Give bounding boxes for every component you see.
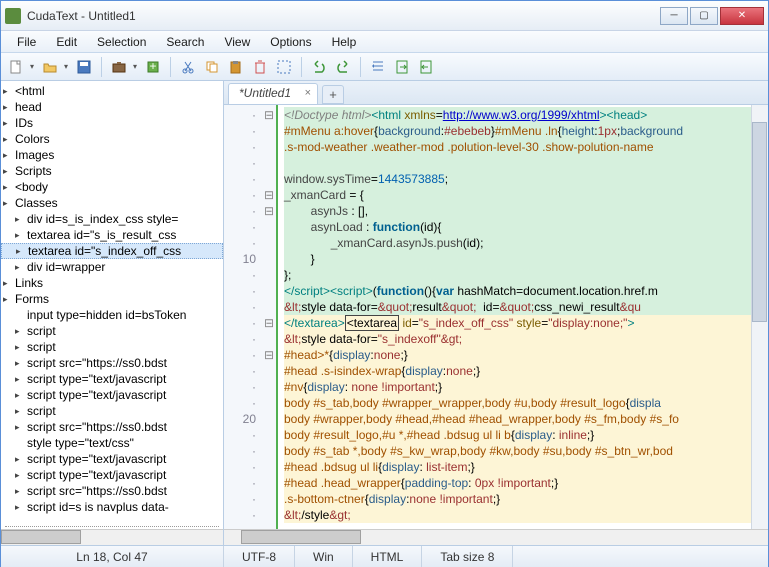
maximize-button[interactable]: ▢ xyxy=(690,7,718,25)
plugin-button[interactable]: + xyxy=(142,56,164,78)
menu-edit[interactable]: Edit xyxy=(46,32,87,52)
tree-item[interactable]: ▸script type="text/javascript xyxy=(1,387,223,403)
delete-button[interactable] xyxy=(249,56,271,78)
tree-item[interactable]: ▸Links xyxy=(1,275,223,291)
status-tabsize[interactable]: Tab size 8 xyxy=(422,546,513,567)
editor-area: *Untitled1 × + ·········10·········20···… xyxy=(224,81,768,545)
tree-item[interactable]: ▸div id=s_is_index_css style= xyxy=(1,211,223,227)
editor-hscroll[interactable] xyxy=(224,529,768,545)
tree-item[interactable]: ▸Forms xyxy=(1,291,223,307)
minimize-button[interactable]: ─ xyxy=(660,7,688,25)
indent-right-button[interactable] xyxy=(415,56,437,78)
tree-item[interactable]: ▸script type="text/javascript xyxy=(1,467,223,483)
toolbox-dropdown-icon[interactable]: ▾ xyxy=(130,62,140,71)
menu-selection[interactable]: Selection xyxy=(87,32,156,52)
tree-item[interactable]: ▸script type="text/javascript xyxy=(1,371,223,387)
svg-text:+: + xyxy=(149,59,156,73)
tree-item[interactable]: ▸script xyxy=(1,323,223,339)
unindent-button[interactable] xyxy=(367,56,389,78)
tab-close-icon[interactable]: × xyxy=(305,87,311,99)
menu-options[interactable]: Options xyxy=(260,32,321,52)
tree-item[interactable]: ▸head xyxy=(1,99,223,115)
undo-button[interactable] xyxy=(308,56,330,78)
main-area: ▸<html▸head▸IDs▸Colors▸Images▸Scripts▸<b… xyxy=(1,81,768,545)
tab-untitled1[interactable]: *Untitled1 × xyxy=(228,83,318,104)
titlebar: CudaText - Untitled1 ─ ▢ ✕ xyxy=(1,1,768,31)
open-file-button[interactable] xyxy=(39,56,61,78)
tree-item[interactable]: style type="text/css" xyxy=(1,435,223,451)
menu-file[interactable]: File xyxy=(7,32,46,52)
tree-item[interactable]: ▸IDs xyxy=(1,115,223,131)
tree-item[interactable]: ▸Colors xyxy=(1,131,223,147)
tree-item[interactable]: ▸Scripts xyxy=(1,163,223,179)
code-tree[interactable]: ▸<html▸head▸IDs▸Colors▸Images▸Scripts▸<b… xyxy=(1,81,223,524)
tree-item[interactable]: ▸script src="https://ss0.bdst xyxy=(1,483,223,499)
editor-vscroll[interactable] xyxy=(751,105,768,529)
new-file-button[interactable] xyxy=(5,56,27,78)
status-position[interactable]: Ln 18, Col 47 xyxy=(1,546,224,567)
tree-item[interactable]: ▸<html xyxy=(1,83,223,99)
redo-button[interactable] xyxy=(332,56,354,78)
tree-item[interactable]: ▸script xyxy=(1,403,223,419)
menu-view[interactable]: View xyxy=(214,32,260,52)
tree-item[interactable]: ▸script src="https://ss0.bdst xyxy=(1,355,223,371)
tree-item[interactable]: ▸Images xyxy=(1,147,223,163)
close-button[interactable]: ✕ xyxy=(720,7,764,25)
status-language[interactable]: HTML xyxy=(353,546,423,567)
open-dropdown-icon[interactable]: ▾ xyxy=(61,62,71,71)
tree-item[interactable]: ▸textarea id="s_index_off_css xyxy=(1,243,223,259)
code-tree-sidebar: ▸<html▸head▸IDs▸Colors▸Images▸Scripts▸<b… xyxy=(1,81,224,545)
tree-item[interactable]: ▸<body xyxy=(1,179,223,195)
sidebar-hscroll[interactable] xyxy=(1,529,223,545)
indent-button[interactable] xyxy=(391,56,413,78)
tree-item[interactable]: ▸script id=s is navplus data- xyxy=(1,499,223,515)
tree-item[interactable]: ▸script type="text/javascript xyxy=(1,451,223,467)
app-icon xyxy=(5,8,21,24)
tree-item[interactable]: ▸Classes xyxy=(1,195,223,211)
toolbar: ▾ ▾ ▾ + xyxy=(1,53,768,81)
save-button[interactable] xyxy=(73,56,95,78)
menu-help[interactable]: Help xyxy=(322,32,367,52)
cut-button[interactable] xyxy=(177,56,199,78)
select-all-button[interactable] xyxy=(273,56,295,78)
menubar: FileEditSelectionSearchViewOptionsHelp xyxy=(1,31,768,53)
window-title: CudaText - Untitled1 xyxy=(27,9,658,23)
code-content[interactable]: <!Doctype html><html xmlns=http://www.w3… xyxy=(278,105,751,529)
tab-bar: *Untitled1 × + xyxy=(224,81,768,105)
tree-item[interactable]: ▸script xyxy=(1,339,223,355)
status-encoding[interactable]: UTF-8 xyxy=(224,546,295,567)
tree-item[interactable]: ▸div id=wrapper xyxy=(1,259,223,275)
menu-search[interactable]: Search xyxy=(156,32,214,52)
tree-item[interactable]: input type=hidden id=bsToken xyxy=(1,307,223,323)
new-tab-button[interactable]: + xyxy=(322,85,344,104)
copy-button[interactable] xyxy=(201,56,223,78)
statusbar: Ln 18, Col 47 UTF-8 Win HTML Tab size 8 xyxy=(1,545,768,567)
tree-item[interactable]: ▸textarea id="s_is_result_css xyxy=(1,227,223,243)
gutter: ·········10·········20······· ⊟ ⊟⊟ ⊟ ⊟ xyxy=(228,105,278,529)
status-eol[interactable]: Win xyxy=(295,546,353,567)
editor[interactable]: ·········10·········20······· ⊟ ⊟⊟ ⊟ ⊟ <… xyxy=(224,105,768,529)
paste-button[interactable] xyxy=(225,56,247,78)
tree-item[interactable]: ▸script src="https://ss0.bdst xyxy=(1,419,223,435)
new-dropdown-icon[interactable]: ▾ xyxy=(27,62,37,71)
tab-label: *Untitled1 xyxy=(239,86,291,100)
toolbox-button[interactable] xyxy=(108,56,130,78)
